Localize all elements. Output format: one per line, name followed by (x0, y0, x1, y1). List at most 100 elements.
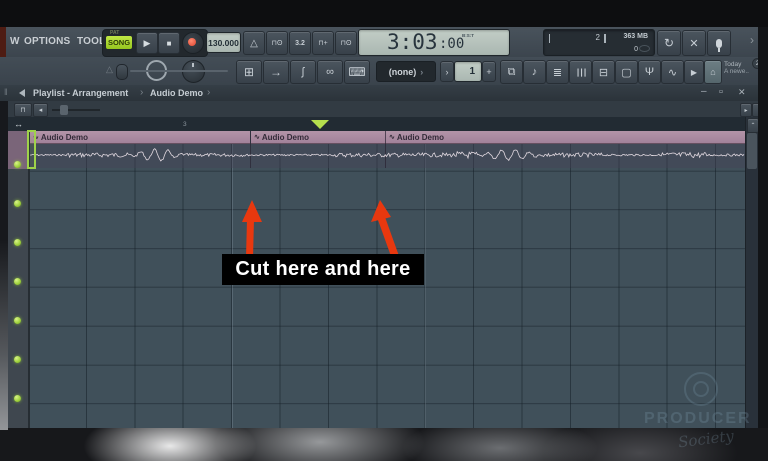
strip-right-icon: ▸ (744, 107, 748, 114)
news-ticker[interactable]: Today A newe.. (724, 61, 754, 81)
resize-icon[interactable]: ↔ (14, 119, 23, 129)
close-button[interactable]: ✕ (738, 87, 746, 98)
track-mute-led[interactable] (14, 200, 21, 207)
strip-pattern-button[interactable]: ⊓ (14, 103, 32, 117)
mixer-icon: ☰ (574, 67, 586, 77)
play-icon: ▶ (143, 37, 151, 48)
typing-keyboard-button[interactable]: ⌨ (344, 60, 370, 84)
watermark-speaker-icon (684, 372, 718, 406)
speaker-icon (19, 89, 25, 97)
slider-handle[interactable] (116, 64, 128, 80)
channel-rack-icon: ≣ (552, 66, 563, 79)
toolbar-overflow-chevron[interactable]: › (750, 33, 754, 47)
resource-panel: 2 363 MB 0 (543, 29, 655, 56)
scrollbar-thumb[interactable] (747, 133, 757, 169)
link-icon: ∞ (326, 66, 334, 78)
track-mute-led[interactable] (14, 161, 21, 168)
strip-slider-handle[interactable] (60, 105, 68, 115)
minimize-button[interactable]: – (701, 86, 707, 97)
pattern-selector-value: (none) (388, 66, 417, 77)
panel-mixer-button[interactable]: ☰ (569, 60, 592, 84)
time-frac: :00 (439, 36, 465, 52)
pitch-slider[interactable] (108, 63, 228, 80)
song-forward-button[interactable]: → (263, 60, 289, 84)
song-mode-button[interactable]: SONG (106, 36, 132, 49)
track-mute-led[interactable] (14, 278, 21, 285)
menu-options[interactable]: OPTIONS (24, 36, 70, 47)
plugin-picker-button[interactable]: Ψ (638, 60, 661, 84)
browser-icon: ⊟ (598, 66, 609, 79)
loop-record-icon: ↻ (663, 36, 675, 50)
clip-label: Audio Demo (40, 132, 88, 142)
touch-controller-button[interactable]: ▶ (684, 60, 704, 84)
pattern-grid-button[interactable]: ⊞ (236, 60, 262, 84)
shop-button[interactable]: ⌂ (704, 60, 722, 84)
play-button[interactable]: ▶ (136, 32, 158, 54)
time-main: 3:03 (387, 30, 438, 54)
track-mute-led[interactable] (14, 395, 21, 402)
typing-to-piano-icon: ⊓ʘ (340, 40, 352, 47)
loop-record-button[interactable]: ↻ (657, 30, 681, 56)
panel-playlist-button[interactable]: ⧉ (500, 60, 523, 84)
typing-to-piano-button[interactable]: ⊓ʘ (335, 31, 357, 55)
plugins-icon: Ψ (644, 66, 655, 78)
meter-tick2 (604, 34, 606, 43)
pattern-selector[interactable]: (none) › (376, 61, 436, 82)
project-icon: ▢ (621, 66, 632, 79)
timeline-ruler[interactable]: ↔ 3 (8, 117, 745, 132)
grip-icon: ‖ (4, 87, 8, 97)
bpm-display[interactable]: 130.000 (206, 32, 241, 53)
time-display[interactable]: 3:03 :00 B:S:T (358, 29, 510, 56)
countdown-icon: 3.2 (295, 39, 305, 47)
menu-view[interactable]: W (10, 36, 20, 47)
watermark: PRODUCER Society (640, 372, 765, 457)
typing-keyboard-icon: ⌨ (348, 65, 366, 79)
panel-piano-roll-button[interactable]: ♪ (523, 60, 546, 84)
track-mute-led[interactable] (14, 317, 21, 324)
step-edit-button[interactable]: ⊓+ (312, 31, 334, 55)
slide-button[interactable]: ʃ (290, 60, 316, 84)
cut-tool-button[interactable]: ✕ (682, 30, 706, 56)
countdown-button[interactable]: 3.2 (289, 31, 311, 55)
project-picker-button[interactable]: ▢ (615, 60, 638, 84)
playlist-titlebar[interactable]: ‖ Playlist - Arrangement › Audio Demo › … (0, 85, 758, 102)
mic-button[interactable] (707, 30, 731, 56)
track-mute-led[interactable] (14, 239, 21, 246)
remote-control-button[interactable]: ∿ (661, 60, 684, 84)
top-background (0, 0, 768, 27)
playlist-toolstrip: ⊓ ◂ ▸ (0, 101, 760, 118)
memory-usage: 363 MB (623, 33, 648, 40)
scroll-up-icon: ⌃ (750, 123, 756, 129)
clip-label: Audio Demo (261, 132, 309, 142)
clip-wave-icon: ∿ (254, 134, 260, 141)
panel-browser-button[interactable]: ⊟ (592, 60, 615, 84)
panel-channel-rack-button[interactable]: ≣ (546, 60, 569, 84)
meter-tick (549, 34, 550, 43)
cpu-usage: 0 (634, 46, 638, 53)
breadcrumb-section[interactable]: Audio Demo (150, 88, 203, 98)
metronome-button[interactable]: △ (243, 31, 265, 55)
record-button[interactable] (182, 32, 204, 54)
track-count: 2 (595, 33, 600, 42)
pattern-add-button[interactable]: + (482, 61, 496, 82)
wait-for-input-button[interactable]: ⊓ʘ (266, 31, 288, 55)
clip-label: Audio Demo (396, 132, 444, 142)
link-button[interactable]: ∞ (317, 60, 343, 84)
shop-icon: ⌂ (710, 67, 716, 77)
plus-icon: + (486, 66, 492, 77)
pattern-number-display[interactable]: 1 (454, 61, 482, 82)
playhead-marker[interactable] (311, 120, 329, 129)
track-mute-led[interactable] (14, 356, 21, 363)
piano-roll-icon: ♪ (531, 66, 538, 78)
maximize-button[interactable]: ▫ (719, 86, 723, 98)
pattern-prev-button[interactable]: › (440, 61, 454, 82)
cpu-meter-oval (639, 45, 650, 52)
stop-button[interactable]: ■ (158, 32, 180, 54)
strip-fwd-button[interactable]: ▸ (740, 103, 752, 117)
pattern-next-icon: › (445, 66, 449, 77)
time-mode-label[interactable]: B:S:T (462, 33, 474, 38)
strip-back-button[interactable]: ◂ (33, 103, 48, 117)
annotation-label: Cut here and here (222, 254, 424, 285)
fl-studio-screenshot: W OPTIONS TOOLS HELP PAT SONG ▶ ■ 130.00… (0, 0, 768, 461)
clip-selection-bracket[interactable] (27, 130, 36, 169)
